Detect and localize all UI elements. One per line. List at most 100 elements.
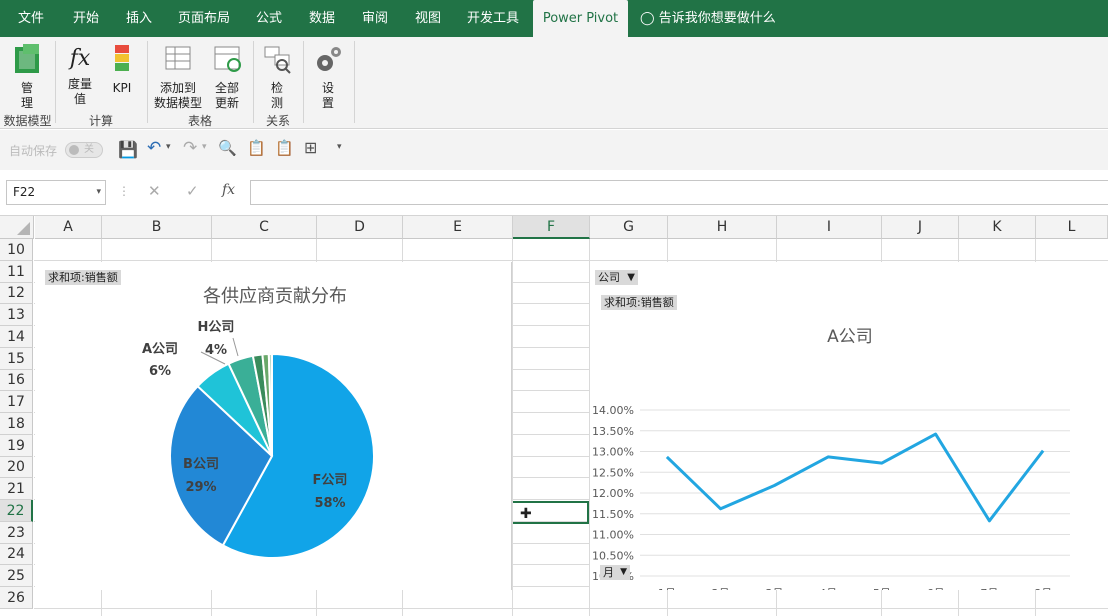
tab-home[interactable]: 开始 (60, 0, 112, 37)
column-header-e[interactable]: E (403, 216, 513, 239)
pie-chart[interactable]: 求和项:销售额 各供应商贡献分布 A公司 6% H公司 4% B公司 29% F… (35, 262, 512, 590)
grid-hline (34, 608, 1108, 609)
tell-me-box[interactable]: ◯ 告诉我你想要做什么 (640, 0, 776, 37)
insert-function-icon[interactable]: fx (222, 182, 235, 198)
detect-icon (264, 46, 291, 74)
customize-qat-icon[interactable]: ▾ (337, 142, 342, 152)
row-header-10[interactable]: 10 (0, 239, 33, 261)
borders-icon[interactable]: ⊞ (304, 138, 317, 157)
pie-chart-svg: 各供应商贡献分布 A公司 6% H公司 4% B公司 29% F公司 58% (142, 286, 375, 559)
column-header-c[interactable]: C (212, 216, 317, 239)
paste-number-icon[interactable]: 📋 (275, 139, 294, 157)
label-f-pct: 58% (314, 496, 345, 511)
name-box-dropdown-icon[interactable]: ▾ (96, 181, 101, 204)
save-icon[interactable]: 💾 (118, 140, 138, 159)
tab-data[interactable]: 数据 (296, 0, 348, 37)
tab-insert[interactable]: 插入 (113, 0, 165, 37)
toggle-knob (69, 145, 79, 155)
tab-page-layout[interactable]: 页面布局 (168, 0, 240, 37)
tab-developer[interactable]: 开发工具 (457, 0, 529, 37)
detect-button[interactable]: 检 测 (258, 43, 296, 111)
name-box-value: F22 (13, 185, 36, 199)
manage-button[interactable]: 管 理 (8, 43, 46, 111)
select-all-corner[interactable] (0, 216, 34, 239)
column-header-b[interactable]: B (102, 216, 212, 239)
line-pivot-field-button[interactable]: 求和项:销售额 (601, 295, 677, 310)
column-header-f[interactable]: F (513, 216, 590, 239)
label-h-pct: 4% (205, 343, 227, 358)
column-header-i[interactable]: I (777, 216, 882, 239)
row-header-18[interactable]: 18 (0, 413, 33, 435)
row-header-23[interactable]: 23 (0, 522, 33, 544)
lightbulb-icon: ◯ (640, 11, 655, 26)
formula-bar: F22 ▾ ⋮ ✕ ✓ fx (0, 170, 1108, 216)
row-header-25[interactable]: 25 (0, 565, 33, 587)
row-header-15[interactable]: 15 (0, 348, 33, 370)
row-header-13[interactable]: 13 (0, 304, 33, 326)
fx-icon: fx (69, 46, 91, 71)
spreadsheet-grid: ABCDEFGHIJKL 10 11 12 13 14 15 16 17 18 19 20 21 22 2… (0, 216, 1108, 616)
refresh-all-button[interactable]: 全部 更新 (206, 43, 248, 111)
add-to-data-model-label: 添加到 数据模型 (153, 81, 202, 110)
row-header-21[interactable]: 21 (0, 478, 33, 500)
formula-input[interactable] (250, 180, 1108, 205)
column-header-k[interactable]: K (959, 216, 1036, 239)
refresh-icon (214, 46, 241, 72)
row-header-14[interactable]: 14 (0, 326, 33, 348)
undo-dropdown-icon[interactable]: ▾ (166, 142, 171, 152)
print-preview-icon[interactable]: 🔍 (218, 139, 237, 157)
x-tick-label: 7月 (980, 587, 998, 590)
tab-power-pivot[interactable]: Power Pivot (533, 0, 628, 37)
x-tick-label: 5月 (873, 587, 891, 590)
row-header-24[interactable]: 24 (0, 544, 33, 565)
company-filter-label: 公司 (598, 271, 620, 284)
column-header-d[interactable]: D (317, 216, 403, 239)
row-header-26[interactable]: 26 (0, 587, 33, 609)
tab-review[interactable]: 审阅 (349, 0, 401, 37)
row-header-22[interactable]: 22 (0, 500, 33, 522)
column-header-g[interactable]: G (590, 216, 668, 239)
column-header-a[interactable]: A (35, 216, 102, 239)
add-to-data-model-button[interactable]: 添加到 数据模型 (150, 43, 206, 111)
data-model-icon (15, 44, 39, 73)
filter-icon: ▼ (627, 272, 635, 283)
redo-icon[interactable]: ↷ (183, 138, 197, 158)
row-header-20[interactable]: 20 (0, 457, 33, 478)
row-header-19[interactable]: 19 (0, 435, 33, 457)
company-filter-button[interactable]: 公司 ▼ (595, 270, 638, 285)
measure-button[interactable]: fx 度量 值 (60, 43, 100, 107)
settings-label: 设 置 (321, 81, 334, 110)
tell-me-text: 告诉我你想要做什么 (658, 11, 776, 26)
tab-formulas[interactable]: 公式 (243, 0, 295, 37)
series-line-a (665, 432, 1045, 523)
line-chart[interactable]: 公司 ▼ 求和项:销售额 A公司 14.00% 13.50% 13.00% 12.50… (590, 262, 1108, 600)
pie-pivot-field-button[interactable]: 求和项:销售额 (45, 270, 121, 285)
undo-icon[interactable]: ↶ (147, 138, 161, 158)
column-header-h[interactable]: H (668, 216, 777, 239)
kpi-label: KPI (112, 81, 132, 95)
settings-button[interactable]: 设 置 (308, 43, 348, 111)
enter-icon[interactable]: ✓ (186, 182, 199, 200)
tab-view[interactable]: 视图 (402, 0, 454, 37)
row-header-11[interactable]: 11 (0, 261, 33, 283)
name-box[interactable]: F22 ▾ (6, 180, 106, 205)
grid-vline (512, 239, 513, 616)
grid-hline (34, 260, 1108, 261)
row-header-12[interactable]: 12 (0, 283, 33, 304)
tab-file[interactable]: 文件 (5, 0, 57, 37)
redo-dropdown-icon[interactable]: ▾ (202, 142, 207, 152)
cancel-icon[interactable]: ✕ (148, 182, 161, 200)
line-chart-title: A公司 (827, 327, 873, 347)
x-tick-label: 8月 (1034, 587, 1052, 590)
clipboard-icon[interactable]: 📋 (247, 139, 266, 157)
column-header-j[interactable]: J (882, 216, 959, 239)
row-header-16[interactable]: 16 (0, 370, 33, 391)
column-header-l[interactable]: L (1036, 216, 1108, 239)
month-field-button[interactable]: 月 ▼ (600, 565, 630, 580)
row-header-17[interactable]: 17 (0, 391, 33, 413)
kpi-icon (115, 45, 129, 71)
kpi-button[interactable]: KPI (104, 43, 140, 96)
month-field-label: 月 (603, 566, 614, 579)
measure-label: 度量 值 (67, 77, 92, 106)
autosave-toggle[interactable]: 关 (65, 142, 103, 158)
